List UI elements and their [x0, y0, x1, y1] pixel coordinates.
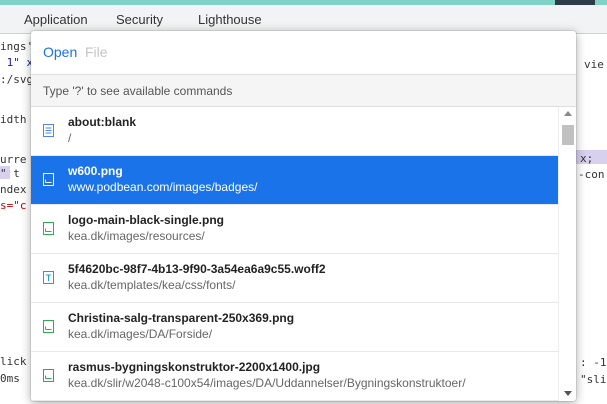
command-help: Type '?' to see available commands [31, 75, 576, 107]
tab-application[interactable]: Application [24, 12, 88, 27]
image-icon [43, 173, 54, 186]
command-query-bar[interactable]: Open File [31, 31, 576, 75]
code-fragment: "sli [580, 373, 607, 386]
item-title: Christina-salg-transparent-250x369.png [68, 311, 295, 325]
item-title: rasmus-bygningskonstruktor-2200x1400.jpg [68, 360, 321, 374]
scroll-up-arrow-icon[interactable] [564, 111, 572, 116]
command-prompt: Open [43, 44, 78, 60]
code-fragment: x; [580, 152, 594, 165]
item-subtitle: kea.dk/slir/w2048-c100x54/images/DA/Udda… [68, 376, 466, 390]
list-item[interactable]: 5f4620bc-98f7-4b13-9f90-3a54ea6a9c55.wof… [31, 254, 558, 303]
code-fragment: " t [0, 167, 20, 180]
code-fragment: vie [584, 58, 604, 71]
code-fragment: : -1 [580, 356, 607, 369]
code-fragment: lick [0, 355, 27, 368]
code-fragment: :/svg [0, 73, 34, 86]
list-item[interactable]: logo-main-black-single.png kea.dk/images… [31, 205, 558, 254]
item-subtitle: www.podbean.com/images/badges/ [68, 180, 258, 194]
font-icon [43, 271, 54, 284]
list-item[interactable]: about:blank / [31, 107, 558, 156]
image-icon [43, 320, 54, 333]
tab-security[interactable]: Security [116, 12, 163, 27]
item-subtitle: kea.dk/images/resources/ [68, 229, 205, 243]
scroll-thumb[interactable] [562, 125, 574, 145]
code-fragment: ings' [0, 40, 34, 53]
results-scrollbar[interactable] [558, 107, 576, 401]
list-item[interactable]: rasmus-bygningskonstruktor-2200x1400.jpg… [31, 352, 558, 401]
item-subtitle: kea.dk/templates/kea/css/fonts/ [68, 278, 236, 292]
image-icon [43, 222, 54, 235]
item-title: 5f4620bc-98f7-4b13-9f90-3a54ea6a9c55.wof… [68, 262, 326, 276]
command-menu: Open File Type '?' to see available comm… [31, 31, 576, 401]
list-item[interactable]: Christina-salg-transparent-250x369.png k… [31, 303, 558, 352]
code-fragment: ndex [0, 183, 27, 196]
code-fragment: s="c [0, 199, 27, 212]
command-input-placeholder[interactable]: File [85, 44, 108, 60]
item-title: about:blank [68, 115, 136, 129]
code-fragment: 0ms [0, 372, 20, 385]
item-subtitle: kea.dk/images/DA/Forside/ [68, 327, 213, 341]
scroll-down-arrow-icon[interactable] [564, 391, 572, 396]
command-results-list: about:blank / w600.png www.podbean.com/i… [31, 107, 558, 401]
document-icon [43, 124, 54, 137]
tab-lighthouse[interactable]: Lighthouse [198, 12, 262, 27]
list-item-selected[interactable]: w600.png www.podbean.com/images/badges/ [31, 156, 558, 205]
code-fragment: idth [0, 113, 27, 126]
code-fragment: -con [578, 168, 605, 181]
image-icon [43, 369, 54, 382]
item-title: logo-main-black-single.png [68, 213, 225, 227]
item-subtitle: / [68, 131, 72, 145]
item-title: w600.png [68, 164, 123, 178]
code-fragment: urre [0, 153, 27, 166]
command-help-text: Type '?' to see available commands [43, 84, 233, 98]
devtools-tabbar: Application Security Lighthouse [0, 5, 607, 34]
code-fragment: 1" x [0, 56, 34, 69]
